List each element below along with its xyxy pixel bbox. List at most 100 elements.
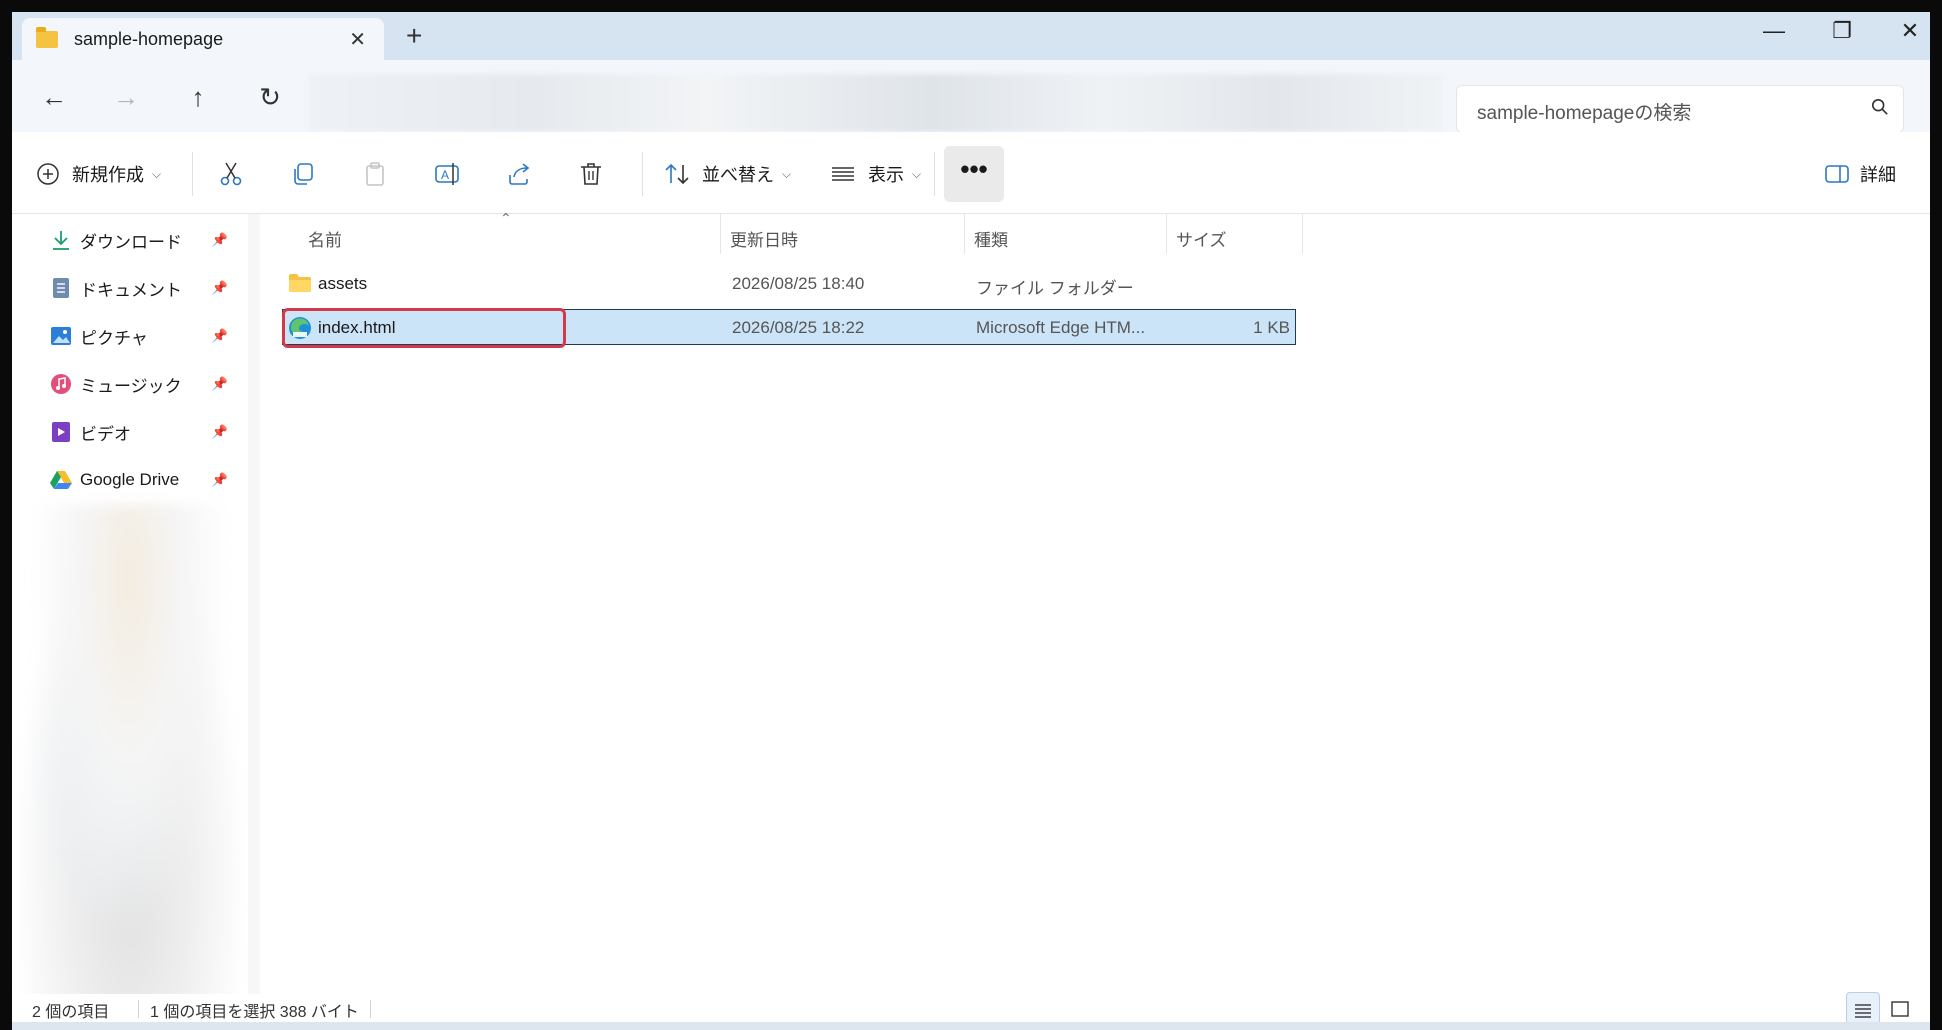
details-view-button[interactable]	[1846, 992, 1880, 1022]
details-view-icon	[1855, 1004, 1871, 1018]
navigation-pane: ダウンロード 📌 ドキュメント 📌 ピクチャ 📌 ミュージック 📌 ビデオ 📌 …	[12, 214, 248, 1004]
column-header-type[interactable]: 種類	[974, 226, 1008, 251]
delete-button[interactable]	[578, 154, 604, 194]
pin-icon: 📌	[211, 424, 228, 439]
new-tab-button[interactable]: +	[406, 20, 422, 52]
sidebar-item-downloads[interactable]: ダウンロード 📌	[50, 220, 228, 260]
status-bar: 2 個の項目 1 個の項目を選択 388 バイト	[12, 992, 1930, 1022]
annotation-highlight-box	[282, 308, 566, 348]
tab-sample-homepage[interactable]: sample-homepage ✕	[22, 18, 384, 60]
sort-ascending-icon: ⌃	[500, 210, 512, 226]
cut-button[interactable]	[218, 154, 244, 194]
column-header-size[interactable]: サイズ	[1176, 226, 1227, 251]
document-icon	[50, 277, 72, 299]
sidebar-item-documents[interactable]: ドキュメント 📌	[50, 268, 228, 308]
view-button[interactable]: 表示 ⌵	[830, 154, 921, 194]
sort-button[interactable]: 並べ替え ⌵	[664, 154, 791, 194]
rename-button[interactable]: A	[434, 154, 462, 194]
paste-icon	[366, 162, 384, 186]
sidebar-item-label: ピクチャ	[80, 328, 148, 348]
new-button-label: 新規作成	[72, 165, 144, 185]
separator	[192, 152, 193, 196]
column-header-modified[interactable]: 更新日時	[730, 226, 798, 251]
sidebar-item-label: ミュージック	[80, 376, 182, 396]
tiles-view-button[interactable]	[1884, 992, 1918, 1022]
column-header-name[interactable]: 名前	[308, 226, 342, 251]
sidebar-item-label: ビデオ	[80, 424, 131, 444]
refresh-button[interactable]: ↻	[250, 82, 290, 113]
column-separator[interactable]	[720, 214, 721, 254]
pin-icon: 📌	[211, 328, 228, 343]
up-button[interactable]: ↑	[178, 82, 218, 113]
paste-button[interactable]	[362, 154, 388, 194]
minimize-button[interactable]: —	[1754, 18, 1794, 44]
column-separator[interactable]	[1166, 214, 1167, 254]
view-list-icon	[832, 167, 854, 181]
details-pane-icon	[1825, 165, 1849, 183]
file-name: assets	[318, 274, 368, 293]
sidebar-item-google-drive[interactable]: Google Drive 📌	[50, 460, 228, 500]
sidebar-item-label: ドキュメント	[80, 280, 182, 300]
search-icon	[1871, 98, 1888, 115]
file-list: ⌃ 名前 更新日時 種類 サイズ assets 2026/08/25 18:40…	[260, 210, 1930, 994]
pin-icon: 📌	[211, 280, 228, 295]
download-icon	[50, 229, 72, 251]
column-separator[interactable]	[1302, 214, 1303, 254]
rename-icon: A	[435, 163, 459, 185]
file-type: ファイル フォルダー	[976, 279, 1134, 298]
view-button-label: 表示	[868, 165, 904, 185]
file-type: Microsoft Edge HTM...	[976, 318, 1146, 337]
tab-close-button[interactable]: ✕	[349, 27, 366, 52]
plus-circle-icon	[37, 163, 59, 185]
sidebar-item-label: Google Drive	[80, 470, 180, 489]
forward-button[interactable]: →	[106, 82, 146, 113]
video-icon	[50, 421, 72, 443]
close-window-button[interactable]: ✕	[1890, 18, 1930, 44]
sidebar-item-videos[interactable]: ビデオ 📌	[50, 412, 228, 452]
chevron-down-icon: ⌵	[912, 166, 922, 181]
folder-icon	[36, 26, 58, 48]
file-explorer-window: sample-homepage ✕ + — ❐ ✕ ← → ↑ ↻ sample…	[12, 12, 1930, 1022]
details-pane-label: 詳細	[1860, 165, 1896, 185]
separator	[642, 152, 643, 196]
share-icon	[509, 163, 530, 185]
svg-text:A: A	[441, 168, 449, 182]
copy-button[interactable]	[290, 154, 316, 194]
command-bar: 新規作成 ⌵ A 並べ替え ⌵ 表示 ⌵ ••• 詳細	[12, 132, 1930, 214]
search-input[interactable]: sample-homepageの検索	[1477, 98, 1691, 125]
file-modified: 2026/08/25 18:40	[732, 274, 865, 293]
sidebar-item-music[interactable]: ミュージック 📌	[50, 364, 228, 404]
separator	[138, 1000, 139, 1018]
more-options-button[interactable]: •••	[944, 146, 1004, 202]
details-pane-button[interactable]: 詳細	[1824, 154, 1896, 194]
column-separator[interactable]	[964, 214, 965, 254]
sort-button-label: 並べ替え	[702, 165, 774, 185]
scissors-icon	[220, 162, 242, 186]
separator	[934, 152, 935, 196]
tiles-view-icon	[1891, 1001, 1909, 1017]
pane-divider[interactable]	[248, 214, 260, 994]
google-drive-icon	[50, 469, 72, 491]
pin-icon: 📌	[211, 376, 228, 391]
file-modified: 2026/08/25 18:22	[732, 318, 865, 337]
sidebar-item-pictures[interactable]: ピクチャ 📌	[50, 316, 228, 356]
chevron-down-icon: ⌵	[152, 166, 162, 181]
search-box[interactable]: sample-homepageの検索	[1456, 85, 1904, 133]
pin-icon: 📌	[211, 472, 228, 487]
selection-info: 1 個の項目を選択 388 バイト	[150, 1004, 359, 1021]
back-button[interactable]: ←	[34, 82, 74, 113]
copy-icon	[294, 163, 313, 185]
trash-icon	[581, 163, 601, 185]
sidebar-item-label: ダウンロード	[80, 232, 182, 252]
folder-icon	[288, 273, 312, 298]
picture-icon	[50, 325, 72, 347]
restore-button[interactable]: ❐	[1822, 18, 1862, 44]
blurred-region	[12, 504, 248, 1004]
new-button[interactable]: 新規作成 ⌵	[36, 154, 161, 194]
file-row-assets[interactable]: assets 2026/08/25 18:40 ファイル フォルダー	[282, 266, 1296, 302]
address-bar[interactable]	[308, 74, 1444, 132]
title-bar: sample-homepage ✕ + — ❐ ✕	[12, 12, 1930, 60]
pin-icon: 📌	[211, 232, 228, 247]
chevron-down-icon: ⌵	[782, 166, 792, 181]
share-button[interactable]	[506, 154, 532, 194]
